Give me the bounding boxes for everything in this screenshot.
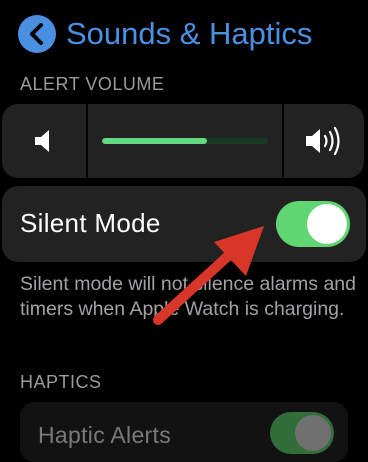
- volume-slider[interactable]: [88, 104, 282, 178]
- back-button[interactable]: [18, 15, 56, 53]
- chevron-left-icon: [30, 23, 43, 45]
- haptics-section-label: HAPTICS: [20, 372, 102, 392]
- haptic-alerts-label: Haptic Alerts: [38, 422, 172, 448]
- alert-volume-control: [2, 104, 364, 178]
- header: Sounds & Haptics: [18, 14, 312, 54]
- volume-up-button[interactable]: [282, 104, 364, 178]
- silent-mode-label: Silent Mode: [20, 208, 161, 238]
- annotation-arrow-icon: [153, 226, 264, 325]
- volume-fill: [102, 138, 207, 144]
- silent-mode-toggle[interactable]: [276, 201, 350, 247]
- toggle-knob: [307, 204, 347, 244]
- volume-down-button[interactable]: [2, 104, 88, 178]
- toggle-knob: [295, 415, 331, 451]
- volume-track: [102, 138, 268, 144]
- speaker-low-icon: [35, 130, 49, 152]
- haptic-alerts-row[interactable]: Haptic Alerts: [20, 402, 348, 462]
- speaker-high-icon: [306, 126, 340, 156]
- alert-volume-section-label: ALERT VOLUME: [20, 74, 165, 94]
- page-title: Sounds & Haptics: [66, 16, 313, 51]
